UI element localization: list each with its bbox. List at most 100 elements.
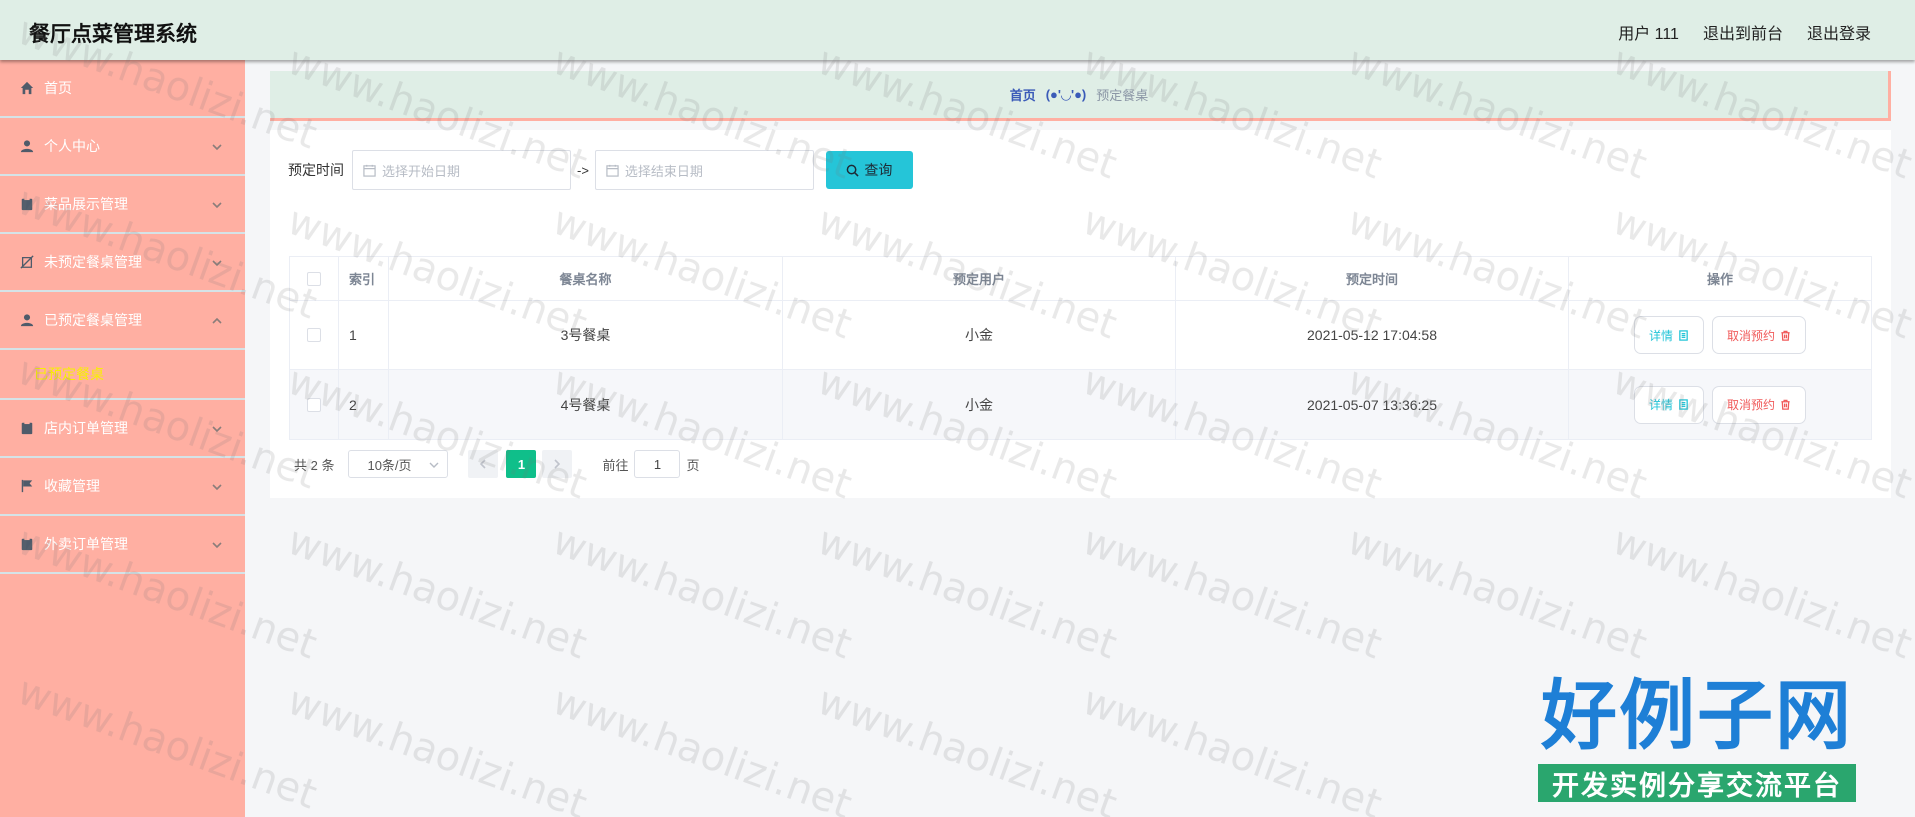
watermark-text: www.haolizi.net bbox=[811, 517, 1123, 669]
detail-button-label: 详情 bbox=[1648, 398, 1673, 412]
table-header-row: 索引 餐桌名称 预定用户 预定时间 操作 bbox=[290, 257, 1871, 301]
chevron-left-icon bbox=[480, 459, 487, 469]
sidebar-item-home[interactable]: 首页 bbox=[0, 60, 245, 118]
calendar-icon bbox=[363, 164, 376, 177]
end-date-placeholder: 选择结束日期 bbox=[624, 163, 703, 179]
clipboard-icon bbox=[20, 537, 34, 551]
goto-page-unit: 页 bbox=[686, 457, 700, 473]
sidebar-item-instore-orders[interactable]: 店内订单管理 bbox=[0, 400, 245, 458]
search-label: 预定时间 bbox=[288, 162, 344, 178]
cell-actions: 详情 取消预约 bbox=[1569, 301, 1871, 369]
header-user: 预定用户 bbox=[783, 257, 1176, 300]
watermark-text: www.haolizi.net bbox=[1076, 677, 1388, 817]
page-number-active[interactable]: 1 bbox=[506, 450, 537, 478]
current-user-label[interactable]: 用户 111 bbox=[1618, 20, 1679, 44]
sidebar-item-favorites[interactable]: 收藏管理 bbox=[0, 458, 245, 516]
no-booking-icon bbox=[20, 255, 34, 269]
trash-icon bbox=[1781, 399, 1790, 410]
home-icon bbox=[20, 81, 34, 95]
breadcrumb-current: 预定餐桌 bbox=[1096, 88, 1149, 103]
clipboard-icon bbox=[20, 421, 34, 435]
header-table-name: 餐桌名称 bbox=[389, 257, 783, 300]
row-checkbox[interactable] bbox=[307, 397, 321, 412]
cancel-button-label: 取消预约 bbox=[1727, 398, 1776, 412]
pagination-total: 共 2 条 bbox=[294, 457, 335, 473]
select-all-checkbox[interactable] bbox=[307, 271, 321, 286]
calendar-icon bbox=[606, 164, 619, 177]
cell-index: 2 bbox=[339, 370, 389, 439]
search-button[interactable]: 查询 bbox=[825, 151, 913, 189]
sidebar-subitem-booked-table[interactable]: 已预定餐桌 bbox=[0, 350, 245, 400]
watermark-text: www.haolizi.net bbox=[1076, 517, 1388, 669]
cancel-booking-button[interactable]: 取消预约 bbox=[1712, 385, 1807, 424]
prev-page-button[interactable] bbox=[468, 450, 499, 478]
document-icon bbox=[1679, 329, 1688, 341]
detail-button[interactable]: 详情 bbox=[1633, 316, 1704, 354]
date-range-separator: -> bbox=[577, 162, 589, 178]
flag-icon bbox=[20, 479, 34, 493]
chevron-down-icon bbox=[211, 480, 223, 492]
breadcrumb: 首页 (●'◡'●) 预定餐桌 bbox=[270, 71, 1891, 121]
goto-page-input[interactable]: 1 bbox=[634, 450, 681, 478]
main-panel: 预定时间 选择开始日期 -> 选择结束日期 查询 索引 餐桌名称 预定用户 预定… bbox=[270, 130, 1891, 498]
cell-table-name: 4号餐桌 bbox=[389, 370, 783, 439]
start-date-placeholder: 选择开始日期 bbox=[382, 163, 461, 179]
page-size-select[interactable]: 10条/页 bbox=[348, 450, 449, 478]
chevron-right-icon bbox=[554, 459, 561, 469]
sidebar-item-label: 个人中心 bbox=[44, 138, 100, 154]
row-checkbox-cell bbox=[290, 370, 339, 439]
chevron-down-icon bbox=[211, 422, 223, 434]
watermark-text: www.haolizi.net bbox=[281, 517, 593, 669]
sidebar-item-profile[interactable]: 个人中心 bbox=[0, 118, 245, 176]
sidebar-item-booked-tables[interactable]: 已预定餐桌管理 bbox=[0, 292, 245, 350]
table-row: 2 4号餐桌 小金 2021-05-07 13:36:25 详情 取消预约 bbox=[290, 370, 1871, 439]
watermark-text: www.haolizi.net bbox=[1341, 517, 1653, 669]
breadcrumb-home[interactable]: 首页 bbox=[1010, 85, 1036, 104]
site-logo: 好例子网 开发实例分享交流平台 bbox=[1538, 676, 1856, 806]
header-index: 索引 bbox=[339, 257, 389, 300]
sidebar-item-label: 菜品展示管理 bbox=[44, 196, 128, 212]
start-date-input[interactable]: 选择开始日期 bbox=[352, 150, 571, 190]
watermark-text: www.haolizi.net bbox=[546, 517, 858, 669]
watermark-text: www.haolizi.net bbox=[1606, 517, 1915, 669]
bookings-table: 索引 餐桌名称 预定用户 预定时间 操作 1 3号餐桌 小金 2021-05-1… bbox=[289, 256, 1872, 440]
cell-user: 小金 bbox=[783, 301, 1176, 369]
chevron-down-icon bbox=[211, 256, 223, 268]
cell-time: 2021-05-12 17:04:58 bbox=[1176, 301, 1569, 369]
end-date-input[interactable]: 选择结束日期 bbox=[594, 150, 814, 190]
search-button-label: 查询 bbox=[864, 162, 893, 178]
cell-table-name: 3号餐桌 bbox=[389, 301, 783, 369]
header-checkbox-cell bbox=[290, 257, 339, 300]
logo-title: 好例子网 bbox=[1541, 671, 1853, 760]
cancel-booking-button[interactable]: 取消预约 bbox=[1712, 316, 1807, 354]
top-bar-actions: 用户 111 退出到前台 退出登录 bbox=[1618, 20, 1871, 44]
detail-button[interactable]: 详情 bbox=[1633, 385, 1704, 424]
chevron-down-icon bbox=[211, 198, 223, 210]
search-form: 预定时间 选择开始日期 -> 选择结束日期 查询 bbox=[288, 150, 913, 190]
next-page-button[interactable] bbox=[542, 450, 573, 478]
row-checkbox[interactable] bbox=[307, 328, 321, 342]
exit-to-front-link[interactable]: 退出到前台 bbox=[1703, 20, 1783, 44]
sidebar-item-label: 收藏管理 bbox=[44, 478, 100, 494]
sidebar-item-label: 首页 bbox=[44, 80, 72, 96]
breadcrumb-separator: (●'◡'●) bbox=[1045, 86, 1087, 102]
sidebar-item-takeout-orders[interactable]: 外卖订单管理 bbox=[0, 516, 245, 574]
user-icon bbox=[20, 313, 34, 327]
sidebar-item-label: 外卖订单管理 bbox=[44, 536, 128, 552]
sidebar: 首页 个人中心 菜品展示管理 未预定餐桌管理 已预定餐桌管理 已预定餐桌 店内订… bbox=[0, 60, 245, 817]
cell-user: 小金 bbox=[783, 370, 1176, 439]
sidebar-item-label: 店内订单管理 bbox=[44, 420, 128, 436]
top-bar: 餐厅点菜管理系统 用户 111 退出到前台 退出登录 bbox=[0, 0, 1915, 60]
sidebar-item-dish-display[interactable]: 菜品展示管理 bbox=[0, 176, 245, 234]
detail-button-label: 详情 bbox=[1648, 328, 1673, 343]
table-row: 1 3号餐桌 小金 2021-05-12 17:04:58 详情 取消预约 bbox=[290, 301, 1871, 370]
sidebar-item-label: 已预定餐桌管理 bbox=[44, 312, 142, 328]
page-size-value: 10条/页 bbox=[367, 457, 412, 473]
sidebar-item-unbooked-tables[interactable]: 未预定餐桌管理 bbox=[0, 234, 245, 292]
logo-subtitle: 开发实例分享交流平台 bbox=[1538, 764, 1856, 802]
logout-link[interactable]: 退出登录 bbox=[1807, 20, 1871, 44]
sidebar-item-label: 未预定餐桌管理 bbox=[44, 254, 142, 270]
row-checkbox-cell bbox=[290, 301, 339, 369]
header-time: 预定时间 bbox=[1176, 257, 1569, 300]
chevron-down-icon bbox=[211, 140, 223, 152]
